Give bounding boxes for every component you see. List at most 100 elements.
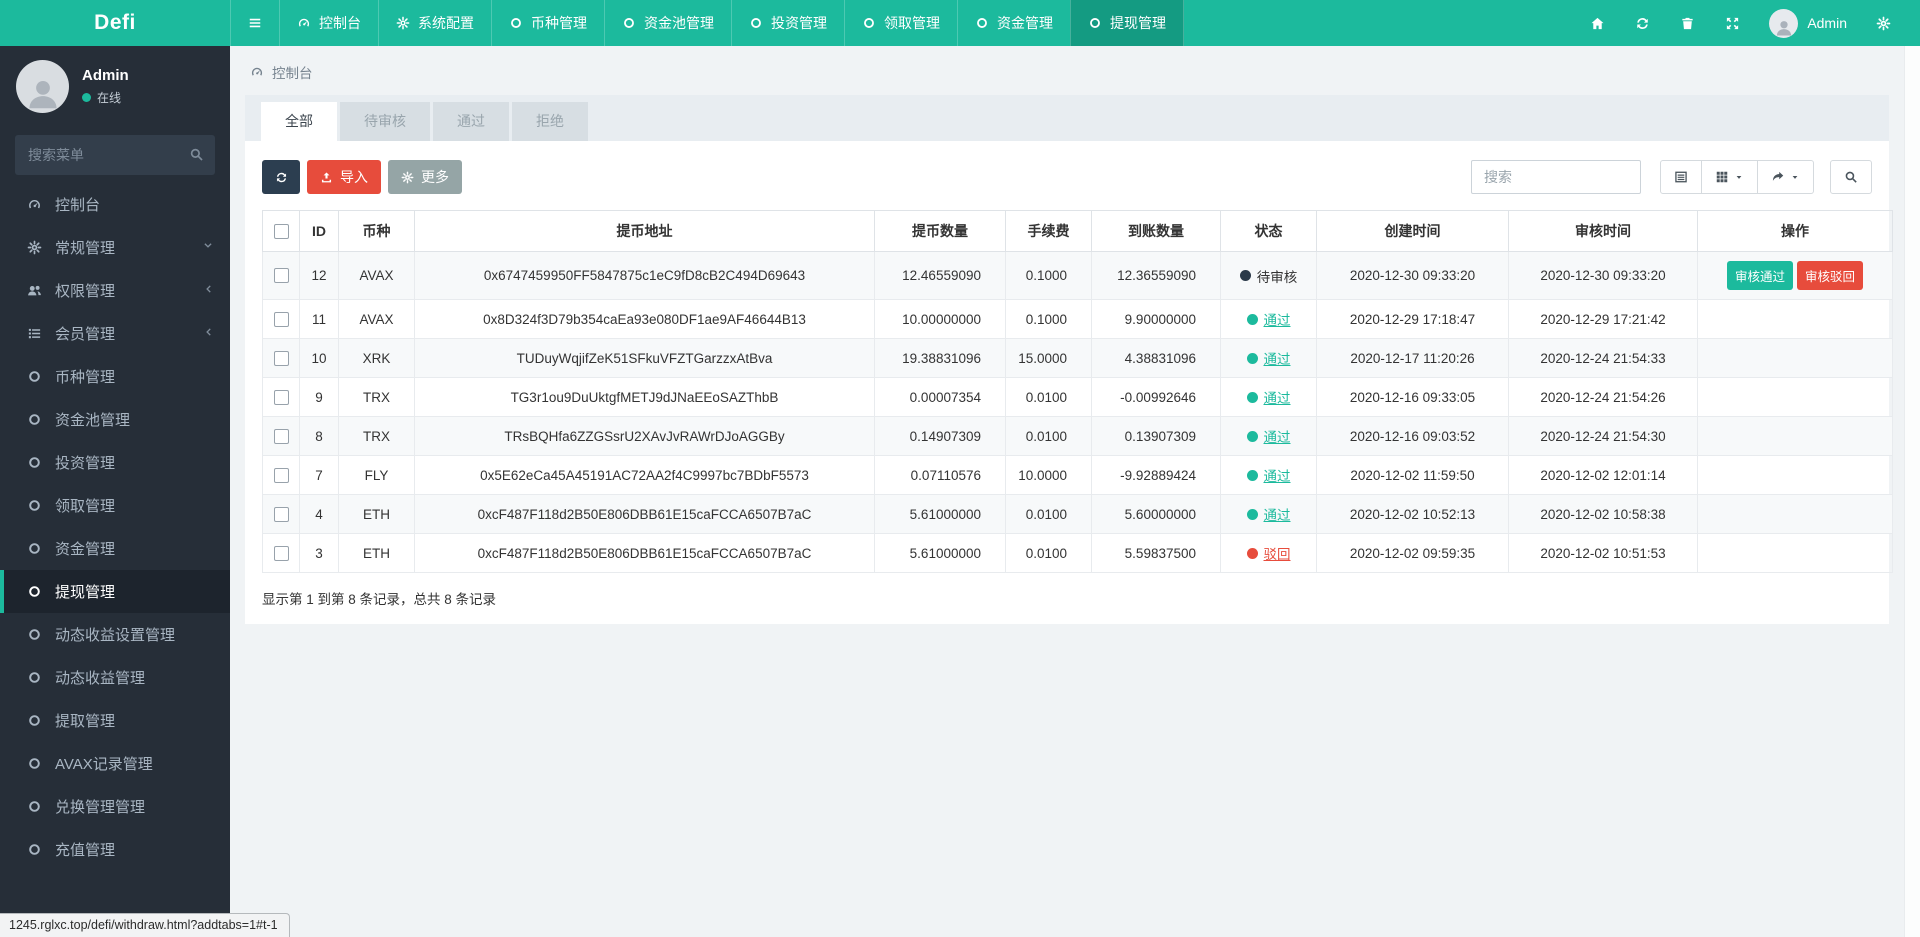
cell-coin: XRK bbox=[338, 338, 415, 378]
sidebar-item-dynamic-income-mgmt[interactable]: 动态收益管理 bbox=[0, 656, 230, 699]
cell-coin: ETH bbox=[338, 494, 415, 534]
columns-button[interactable] bbox=[1702, 160, 1758, 194]
nav-item-fund-mgmt[interactable]: 资金管理 bbox=[957, 0, 1070, 46]
table-row: 12 AVAX 0x6747459950FF5847875c1eC9fD8cB2C4… bbox=[262, 251, 1893, 300]
gauge-icon bbox=[26, 197, 43, 212]
circle-o-icon bbox=[26, 842, 43, 857]
status-label[interactable]: 通过 bbox=[1264, 309, 1291, 329]
nav-item-coin-mgmt[interactable]: 币种管理 bbox=[491, 0, 604, 46]
sidebar-item-withdraw-mgmt[interactable]: 提现管理 bbox=[0, 570, 230, 613]
sidebar-item-recharge-mgmt[interactable]: 充值管理 bbox=[0, 828, 230, 871]
cell-id: 3 bbox=[299, 533, 339, 573]
settings-button[interactable] bbox=[1861, 0, 1906, 46]
sidebar-item-invest-mgmt[interactable]: 投资管理 bbox=[0, 441, 230, 484]
row-checkbox[interactable] bbox=[273, 506, 289, 522]
clear-cache-button[interactable] bbox=[1665, 0, 1710, 46]
cell-fee: 0.1000 bbox=[1005, 251, 1092, 300]
refresh-button[interactable] bbox=[262, 160, 300, 194]
sidebar-item-label: 动态收益设置管理 bbox=[55, 627, 176, 644]
sidebar-item-coin-mgmt[interactable]: 币种管理 bbox=[0, 355, 230, 398]
sidebar-item-label: 投资管理 bbox=[55, 455, 116, 472]
cell-id: 11 bbox=[299, 299, 339, 339]
user-menu[interactable]: Admin bbox=[1755, 8, 1861, 38]
menu-search-input[interactable] bbox=[15, 135, 215, 175]
home-button[interactable] bbox=[1575, 0, 1620, 46]
home-icon bbox=[1590, 16, 1605, 31]
page-scrollbar[interactable] bbox=[1904, 46, 1920, 937]
status-label[interactable]: 通过 bbox=[1264, 504, 1291, 524]
tab-pending[interactable]: 待审核 bbox=[340, 102, 430, 141]
status-label[interactable]: 驳回 bbox=[1264, 543, 1291, 563]
select-all-checkbox[interactable] bbox=[273, 224, 289, 240]
cell-fee: 10.0000 bbox=[1005, 455, 1092, 495]
menu-icon bbox=[248, 16, 262, 30]
cell-coin: AVAX bbox=[338, 299, 415, 339]
status-label[interactable]: 通过 bbox=[1264, 426, 1291, 446]
nav-item-label: 领取管理 bbox=[884, 15, 940, 31]
nav-item-toggle[interactable] bbox=[230, 0, 279, 46]
sidebar-item-fund-mgmt[interactable]: 资金管理 bbox=[0, 527, 230, 570]
status-dot-icon bbox=[1246, 430, 1258, 442]
row-checkbox[interactable] bbox=[273, 311, 289, 327]
row-checkbox[interactable] bbox=[273, 467, 289, 483]
sidebar-item-avax-records-mgmt[interactable]: AVAX记录管理 bbox=[0, 742, 230, 785]
cell-actions bbox=[1697, 533, 1893, 573]
cell-id: 9 bbox=[299, 377, 339, 417]
sidebar-item-pool-mgmt[interactable]: 资金池管理 bbox=[0, 398, 230, 441]
sidebar-item-dynamic-income-settings[interactable]: 动态收益设置管理 bbox=[0, 613, 230, 656]
cell-received: 5.60000000 bbox=[1091, 494, 1221, 534]
sidebar-item-general-mgmt[interactable]: 常规管理 bbox=[0, 226, 230, 269]
approve-button[interactable]: 审核通过 bbox=[1726, 261, 1793, 290]
search-button[interactable] bbox=[1830, 160, 1872, 194]
circle-o-icon bbox=[26, 541, 43, 556]
nav-item-label: 资金管理 bbox=[997, 15, 1053, 31]
row-checkbox[interactable] bbox=[273, 268, 289, 284]
tab-rejected[interactable]: 拒绝 bbox=[512, 102, 588, 141]
fullscreen-button[interactable] bbox=[1710, 0, 1755, 46]
tab-passed[interactable]: 通过 bbox=[433, 102, 509, 141]
nav-item-pool-mgmt[interactable]: 资金池管理 bbox=[604, 0, 731, 46]
tab-all[interactable]: 全部 bbox=[261, 102, 337, 141]
sidebar-item-permission-mgmt[interactable]: 权限管理 bbox=[0, 269, 230, 312]
reject-button[interactable]: 审核驳回 bbox=[1797, 261, 1864, 290]
cell-actions bbox=[1697, 455, 1893, 495]
import-button[interactable]: 导入 bbox=[307, 160, 381, 194]
withdraw-table: ID 币种 提币地址 提币数量 手续费 到账数量 状态 创建时间 审核时间 操作 12 AVAX 0x6… bbox=[262, 210, 1893, 573]
sidebar-item-claim-mgmt[interactable]: 领取管理 bbox=[0, 484, 230, 527]
cell-reviewed-time: 2020-12-30 09:33:20 bbox=[1508, 251, 1698, 300]
sidebar-item-dashboard[interactable]: 控制台 bbox=[0, 183, 230, 226]
column-header: 到账数量 bbox=[1091, 210, 1221, 252]
row-checkbox[interactable] bbox=[273, 350, 289, 366]
table-row: 10 XRK TUDuyWqjifZeK51SFkuVFZTGarzzxAtBva 1… bbox=[262, 338, 1893, 378]
status-label[interactable]: 通过 bbox=[1264, 465, 1291, 485]
row-checkbox[interactable] bbox=[273, 389, 289, 405]
nav-item-dashboard[interactable]: 控制台 bbox=[279, 0, 378, 46]
cell-status: 通过 bbox=[1220, 455, 1317, 495]
refresh-icon bbox=[275, 171, 288, 184]
circle-o-icon bbox=[26, 455, 43, 470]
row-checkbox[interactable] bbox=[273, 545, 289, 561]
search-icon bbox=[189, 147, 204, 162]
detail-view-button[interactable] bbox=[1660, 160, 1702, 194]
cell-coin: TRX bbox=[338, 416, 415, 456]
cell-created-time: 2020-12-16 09:33:05 bbox=[1316, 377, 1509, 417]
nav-item-withdraw-mgmt[interactable]: 提现管理 bbox=[1070, 0, 1184, 46]
refresh-button[interactable] bbox=[1620, 0, 1665, 46]
sidebar-item-exchange-mgmt[interactable]: 兑换管理管理 bbox=[0, 785, 230, 828]
table-search-input[interactable] bbox=[1471, 160, 1641, 194]
row-checkbox[interactable] bbox=[273, 428, 289, 444]
sidebar-user-status: 在线 bbox=[82, 89, 129, 106]
nav-item-system-config[interactable]: 系统配置 bbox=[378, 0, 491, 46]
sidebar-item-member-mgmt[interactable]: 会员管理 bbox=[0, 312, 230, 355]
status-label[interactable]: 通过 bbox=[1264, 348, 1291, 368]
circle-o-icon bbox=[509, 16, 523, 30]
circle-o-icon bbox=[26, 799, 43, 814]
more-button[interactable]: 更多 bbox=[388, 160, 462, 194]
status-label[interactable]: 通过 bbox=[1264, 387, 1291, 407]
sidebar-item-extract-mgmt[interactable]: 提取管理 bbox=[0, 699, 230, 742]
export-button[interactable] bbox=[1758, 160, 1814, 194]
cell-id: 4 bbox=[299, 494, 339, 534]
nav-item-claim-mgmt[interactable]: 领取管理 bbox=[844, 0, 957, 46]
online-dot-icon bbox=[82, 93, 91, 102]
nav-item-invest-mgmt[interactable]: 投资管理 bbox=[731, 0, 844, 46]
